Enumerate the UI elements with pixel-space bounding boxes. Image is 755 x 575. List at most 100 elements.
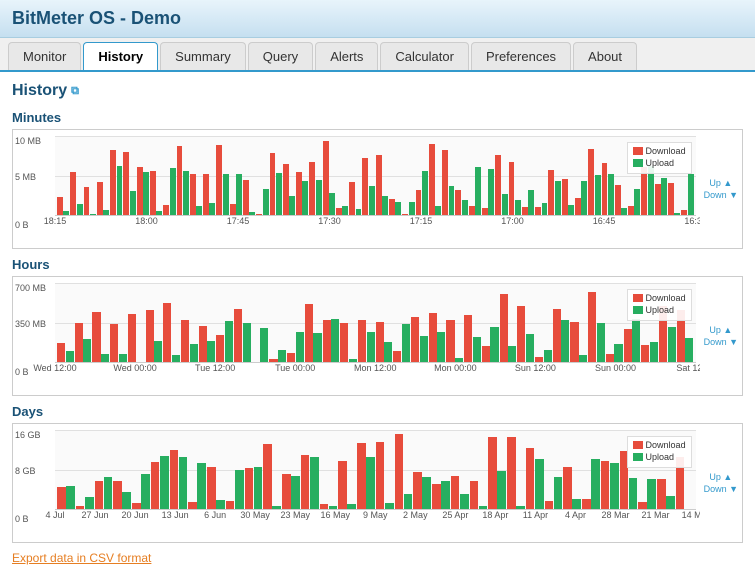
bar-group [320, 504, 338, 509]
x-label: Tue 00:00 [275, 363, 315, 373]
bar-group [146, 310, 163, 362]
upload-bar [473, 337, 481, 362]
upload-bar [172, 355, 180, 362]
download-bar [163, 303, 171, 362]
bar-group [482, 327, 499, 362]
bar-group [323, 319, 340, 362]
upload-bar [490, 327, 498, 362]
minutes-y-bot: 0 B [15, 220, 29, 230]
download-bar [84, 187, 90, 215]
upload-bar [160, 456, 169, 509]
bar-group [389, 199, 401, 215]
upload-bar [216, 500, 225, 509]
download-bar [57, 197, 63, 215]
download-bar [199, 326, 207, 362]
bar-group [323, 141, 335, 215]
download-bar [509, 162, 515, 215]
hours-down-btn[interactable]: Down ▼ [704, 337, 738, 347]
download-bar [97, 182, 103, 215]
bar-group [624, 319, 641, 362]
download-bar [150, 171, 156, 215]
tab-summary[interactable]: Summary [160, 42, 246, 70]
download-bar [429, 313, 437, 362]
upload-bar [190, 344, 198, 362]
x-label: 16 May [320, 510, 350, 520]
bar-group [283, 164, 295, 215]
minutes-grid: Download Upload [55, 136, 696, 216]
days-down-btn[interactable]: Down ▼ [704, 484, 738, 494]
export-link[interactable]: Export data in CSV format [12, 551, 743, 565]
page-title: History ⧉ [12, 82, 743, 100]
download-bar [411, 317, 419, 362]
download-bar [296, 172, 302, 215]
download-bar [188, 502, 197, 509]
hours-bars [55, 283, 696, 362]
tab-about[interactable]: About [573, 42, 637, 70]
download-bar [442, 150, 448, 215]
bar-group [57, 486, 75, 509]
download-bar [376, 442, 385, 509]
download-bar [455, 190, 461, 215]
download-bar [113, 481, 122, 509]
minutes-up-btn[interactable]: Up ▲ [709, 178, 732, 188]
days-up-btn[interactable]: Up ▲ [709, 472, 732, 482]
download-bar [393, 351, 401, 362]
bar-group [362, 158, 374, 215]
upload-bar [236, 174, 242, 215]
upload-bar [420, 336, 428, 362]
download-bar [548, 170, 554, 215]
download-bar [522, 207, 528, 215]
download-bar [110, 324, 118, 362]
tab-query[interactable]: Query [248, 42, 313, 70]
download-bar [469, 206, 475, 215]
download-bar [283, 164, 289, 215]
bar-group [535, 203, 547, 215]
download-bar [163, 205, 169, 215]
bar-group [75, 323, 92, 362]
bar-group [602, 163, 614, 215]
download-bar [362, 158, 368, 215]
hours-y-bot: 0 B [15, 367, 29, 377]
bar-group [488, 437, 506, 509]
bar-group [243, 180, 255, 215]
tab-calculator[interactable]: Calculator [380, 42, 469, 70]
hours-up-btn[interactable]: Up ▲ [709, 325, 732, 335]
x-label: 18:15 [44, 216, 67, 226]
upload-bar [122, 492, 131, 509]
upload-bar [141, 474, 150, 509]
x-label: Mon 00:00 [434, 363, 477, 373]
download-bar [606, 354, 614, 362]
upload-bar [260, 328, 268, 362]
upload-bar [254, 467, 263, 509]
tab-alerts[interactable]: Alerts [315, 42, 378, 70]
upload-bar [302, 181, 308, 215]
upload-bar [179, 457, 188, 509]
download-bar [416, 190, 422, 215]
upload-bar [542, 203, 548, 215]
tab-monitor[interactable]: Monitor [8, 42, 81, 70]
upload-bar [629, 478, 638, 509]
upload-bar [462, 200, 468, 215]
bar-group [507, 437, 525, 509]
days-chart: 16 GB 8 GB 0 B Download Upload 4 Jul27 J… [12, 423, 743, 543]
x-label: 25 Apr [442, 510, 468, 520]
bar-group [57, 197, 69, 215]
bar-group [655, 178, 667, 215]
download-bar [545, 501, 554, 509]
download-bar [563, 467, 572, 509]
download-bar [305, 304, 313, 362]
bar-group [309, 162, 321, 215]
bar-group [358, 320, 375, 362]
minutes-chart: 10 MB 5 MB 0 B Download Upload 18:1518:0… [12, 129, 743, 249]
bar-group [451, 476, 469, 509]
x-label: 13 Jun [162, 510, 189, 520]
download-bar [123, 152, 129, 215]
download-bar [151, 462, 160, 509]
download-bar [270, 153, 276, 215]
download-bar [500, 294, 508, 362]
bar-group [657, 479, 675, 509]
tab-preferences[interactable]: Preferences [471, 42, 571, 70]
upload-bar [591, 459, 600, 509]
tab-history[interactable]: History [83, 42, 158, 70]
minutes-down-btn[interactable]: Down ▼ [704, 190, 738, 200]
